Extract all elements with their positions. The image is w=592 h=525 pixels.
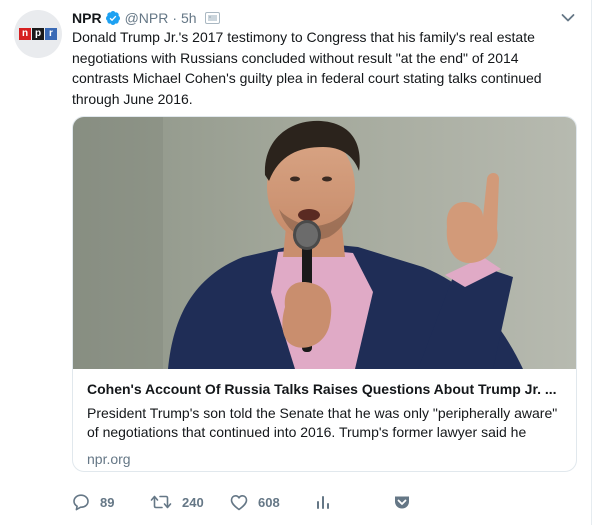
analytics-icon (316, 494, 330, 510)
heart-icon (230, 494, 248, 511)
npr-logo-letter-p: p (32, 28, 44, 40)
retweet-count: 240 (182, 494, 204, 510)
like-button[interactable]: 608 (230, 494, 316, 511)
retweet-button[interactable]: 240 (150, 493, 230, 511)
npr-logo-letter-r: r (45, 28, 57, 40)
retweet-icon (150, 493, 172, 511)
avatar[interactable]: n p r (14, 10, 62, 58)
like-count: 608 (258, 494, 280, 510)
card-image (73, 117, 576, 369)
chevron-down-icon[interactable] (561, 10, 575, 28)
tweet-actions: 89 240 608 (72, 490, 410, 514)
reply-button[interactable]: 89 (72, 493, 150, 511)
tweet[interactable]: n p r NPR @NPR · 5h Donald Trump Jr.'s 2… (0, 0, 592, 525)
tweet-header: NPR @NPR · 5h (72, 9, 220, 27)
separator-dot: · (172, 10, 178, 26)
card-description: President Trump's son told the Senate th… (87, 405, 558, 440)
verified-badge-icon (105, 10, 121, 26)
tweet-timestamp[interactable]: 5h (181, 10, 197, 26)
author-handle[interactable]: @NPR (125, 10, 169, 26)
reply-icon (72, 493, 90, 511)
card-body: Cohen's Account Of Russia Talks Raises Q… (87, 379, 563, 467)
npr-logo-letter-n: n (19, 28, 31, 40)
tweet-text: Donald Trump Jr.'s 2017 testimony to Con… (72, 29, 542, 107)
link-card[interactable]: Cohen's Account Of Russia Talks Raises Q… (72, 116, 577, 472)
npr-logo: n p r (19, 28, 57, 40)
author-name[interactable]: NPR (72, 10, 102, 26)
card-domain: npr.org (87, 451, 131, 467)
media-attachment-icon (204, 12, 220, 24)
card-title[interactable]: Cohen's Account Of Russia Talks Raises Q… (87, 379, 563, 399)
analytics-button[interactable] (316, 494, 394, 510)
pocket-save-button[interactable] (394, 495, 410, 510)
pocket-save-icon (394, 495, 410, 510)
reply-count: 89 (100, 494, 115, 510)
